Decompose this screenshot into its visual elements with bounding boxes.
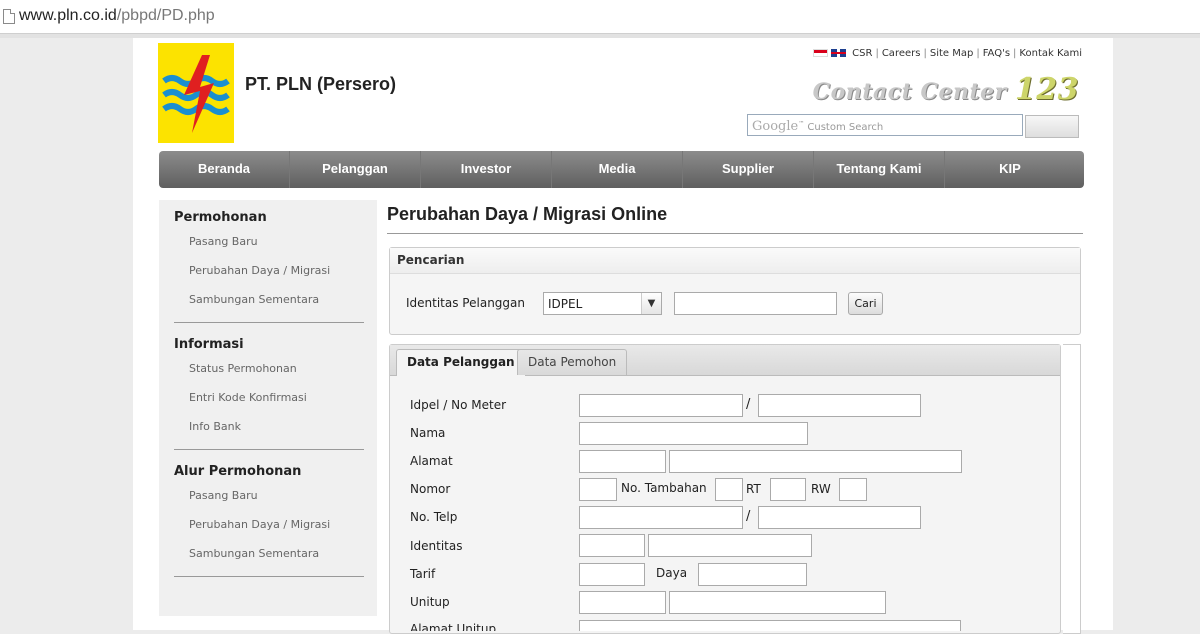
rw-input[interactable]	[839, 478, 867, 501]
chevron-down-icon[interactable]: ▼	[641, 293, 661, 314]
title-divider	[387, 233, 1083, 234]
no-telp-input-1[interactable]	[579, 506, 743, 529]
contact-center-logo: Contact Center 123	[813, 72, 1079, 107]
nav-supplier[interactable]: Supplier	[683, 151, 814, 188]
sidebar-item-alur-perubahan-daya[interactable]: Perubahan Daya / Migrasi	[189, 518, 330, 531]
cari-button[interactable]: Cari	[848, 292, 883, 315]
top-links: CSR | Careers | Site Map | FAQ's | Kontak Kami	[812, 48, 1082, 59]
no-telp-label: No. Telp	[410, 510, 458, 524]
identitas-input-2[interactable]	[648, 534, 812, 557]
search-button[interactable]	[1025, 115, 1079, 138]
search-placeholder: Custom Search	[807, 122, 884, 133]
id-type-select[interactable]: IDPEL ▼	[543, 292, 662, 315]
search-panel: Pencarian Identitas Pelanggan IDPEL ▼ Ca…	[389, 247, 1081, 335]
indonesia-flag-icon[interactable]	[812, 49, 828, 57]
sidebar-section-informasi: Informasi	[174, 337, 244, 352]
main-nav: Beranda Pelanggan Investor Media Supplie…	[159, 151, 1084, 188]
no-meter-input[interactable]	[758, 394, 921, 417]
sidebar-section-permohonan: Permohonan	[174, 210, 267, 225]
nama-label: Nama	[410, 426, 446, 440]
unitup-label: Unitup	[410, 595, 450, 609]
no-tambahan-input[interactable]	[715, 478, 743, 501]
tab-bar: Data Pelanggan Data Pemohon	[390, 345, 1060, 376]
url-text[interactable]: www.pln.co.id/pbpd/PD.php	[19, 7, 215, 25]
sidebar-divider	[174, 449, 364, 450]
idpel-input[interactable]	[579, 394, 743, 417]
tarif-label: Tarif	[410, 567, 436, 581]
tab-data-pelanggan[interactable]: Data Pelanggan	[396, 349, 526, 376]
tarif-input[interactable]	[579, 563, 645, 586]
alamat-input-2[interactable]	[669, 450, 962, 473]
link-careers[interactable]: Careers	[882, 48, 921, 59]
google-logo: Google	[752, 119, 799, 134]
sidebar-divider	[174, 322, 364, 323]
sidebar-item-info-bank[interactable]: Info Bank	[189, 420, 241, 433]
sidebar-item-alur-pasang-baru[interactable]: Pasang Baru	[189, 489, 258, 502]
slash-separator: /	[746, 509, 751, 524]
nama-input[interactable]	[579, 422, 808, 445]
nav-tentang-kami[interactable]: Tentang Kami	[814, 151, 945, 188]
link-faq[interactable]: FAQ's	[983, 48, 1010, 59]
unitup-input-2[interactable]	[669, 591, 886, 614]
browser-address-bar[interactable]: www.pln.co.id/pbpd/PD.php	[0, 0, 1200, 34]
lightning-wave-icon	[162, 55, 230, 133]
link-kontak-kami[interactable]: Kontak Kami	[1019, 48, 1082, 59]
nav-pelanggan[interactable]: Pelanggan	[290, 151, 421, 188]
alamat-label: Alamat	[410, 454, 453, 468]
sidebar-item-pasang-baru[interactable]: Pasang Baru	[189, 235, 258, 248]
contact-center-text: Contact Center	[812, 79, 1007, 105]
identitas-label: Identitas	[410, 539, 463, 553]
link-csr[interactable]: CSR	[852, 48, 872, 59]
sidebar-section-alur: Alur Permohonan	[174, 464, 302, 479]
contact-center-number: 123	[1014, 72, 1079, 107]
sidebar-divider	[174, 576, 364, 577]
panel-heading: Pencarian	[390, 248, 1080, 274]
page-container: PT. PLN (Persero) CSR | Careers | Site Map | F…	[133, 38, 1113, 634]
id-type-value: IDPEL	[548, 297, 583, 311]
page-title: Perubahan Daya / Migrasi Online	[387, 204, 668, 224]
nomor-input[interactable]	[579, 478, 617, 501]
unitup-input-1[interactable]	[579, 591, 666, 614]
nav-beranda[interactable]: Beranda	[159, 151, 290, 188]
identitas-pelanggan-label: Identitas Pelanggan	[406, 296, 525, 310]
nomor-label: Nomor	[410, 482, 451, 496]
company-name: PT. PLN (Persero)	[245, 74, 397, 94]
sidebar-item-status-permohonan[interactable]: Status Permohonan	[189, 362, 297, 375]
identitas-input-1[interactable]	[579, 534, 645, 557]
slash-separator: /	[746, 397, 751, 412]
alamat-input-1[interactable]	[579, 450, 666, 473]
sidebar-item-sambungan-sementara[interactable]: Sambungan Sementara	[189, 293, 319, 306]
customer-id-input[interactable]	[674, 292, 837, 315]
rt-label: RT	[746, 482, 761, 496]
sidebar-item-alur-sambungan[interactable]: Sambungan Sementara	[189, 547, 319, 560]
alamat-unitup-input[interactable]	[579, 620, 961, 631]
nav-kip[interactable]: KIP	[945, 151, 1075, 188]
sidebar-item-entri-kode[interactable]: Entri Kode Konfirmasi	[189, 391, 307, 404]
url-path: /pbpd/PD.php	[116, 7, 215, 24]
link-site-map[interactable]: Site Map	[930, 48, 973, 59]
daya-input[interactable]	[698, 563, 807, 586]
idpel-label: Idpel / No Meter	[410, 398, 507, 412]
search-input[interactable]: Google™ Custom Search	[747, 114, 1023, 136]
tab-panel: Data Pelanggan Data Pemohon Idpel / No M…	[389, 344, 1061, 634]
rw-label: RW	[811, 482, 831, 496]
no-telp-input-2[interactable]	[758, 506, 921, 529]
url-host: www.pln.co.id	[19, 7, 117, 24]
nav-media[interactable]: Media	[552, 151, 683, 188]
daya-label: Daya	[656, 566, 688, 580]
pln-logo[interactable]	[158, 43, 234, 143]
tab-data-pemohon[interactable]: Data Pemohon	[517, 349, 628, 375]
sidebar: Permohonan Pasang Baru Perubahan Daya / …	[159, 200, 377, 616]
no-tambahan-label: No. Tambahan	[621, 481, 707, 495]
uk-flag-icon[interactable]	[830, 49, 846, 57]
sidebar-item-perubahan-daya[interactable]: Perubahan Daya / Migrasi	[189, 264, 330, 277]
nav-investor[interactable]: Investor	[421, 151, 552, 188]
page-icon	[3, 9, 15, 24]
rt-input[interactable]	[770, 478, 806, 501]
tab-panel-scrollbar[interactable]	[1063, 344, 1081, 634]
